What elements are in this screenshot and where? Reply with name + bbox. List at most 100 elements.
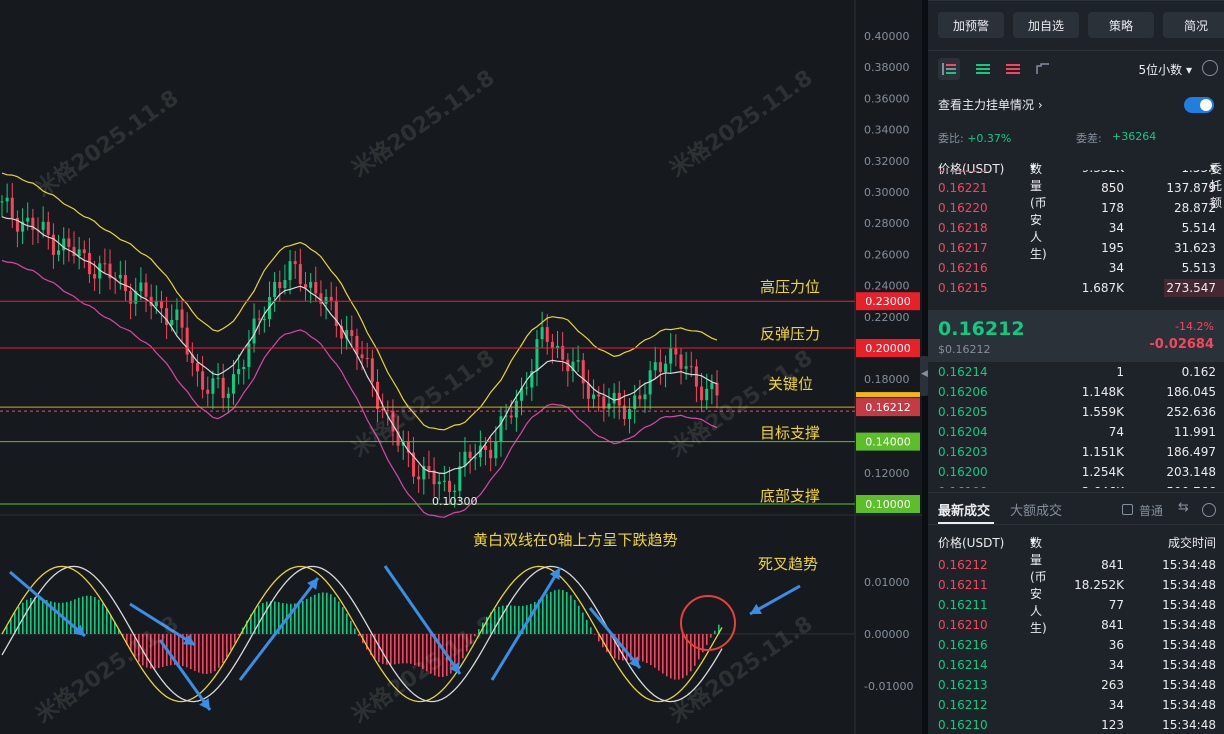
candle-body xyxy=(705,388,709,401)
macd-histogram-bar xyxy=(234,634,236,643)
main-orders-toggle[interactable] xyxy=(1184,97,1214,113)
macd-histogram-bar xyxy=(66,602,68,634)
orderbook-both-icon[interactable] xyxy=(938,58,960,80)
candle-body xyxy=(144,282,148,297)
strategy-button[interactable]: 策略 xyxy=(1088,12,1154,38)
macd-histogram-bar xyxy=(390,634,392,665)
orderbook-row[interactable]: 0.16200 1.254K 203.148 xyxy=(928,462,1224,482)
macd-histogram-bar xyxy=(358,634,360,637)
macd-histogram-bar xyxy=(658,634,660,671)
trade-time: 15:34:48 xyxy=(1162,698,1216,712)
candle-body xyxy=(370,358,374,382)
main-orders-link[interactable]: 查看主力挂单情况 › xyxy=(938,96,1043,113)
macd-histogram-bar xyxy=(518,605,520,634)
settings-icon[interactable] xyxy=(1202,503,1216,517)
macd-histogram-bar xyxy=(466,634,468,652)
y-tick-label: 0.30000 xyxy=(864,186,910,199)
orderbook-row[interactable]: 0.16216 34 5.513 xyxy=(928,258,1224,278)
trade-qty: 18.252K xyxy=(1074,578,1124,592)
candle-body xyxy=(381,408,385,411)
chart-area[interactable]: 0.40000 0.38000 0.36000 0.34000 0.32000 0.300… xyxy=(0,0,922,734)
orderbook-row[interactable]: 0.16218 34 5.514 xyxy=(928,218,1224,238)
decimal-select[interactable]: 5位小数 ▾ xyxy=(1139,61,1193,78)
candle-body xyxy=(211,378,215,394)
trade-price: 0.16212 xyxy=(938,558,988,572)
macd-histogram-bar xyxy=(674,634,676,680)
trade-qty: 841 xyxy=(1101,618,1124,632)
header-qty[interactable]: 数量(币安人生) ▾ xyxy=(1030,534,1047,635)
macd-histogram-bar xyxy=(146,634,148,668)
orderbook-row[interactable]: 0.16214 1 0.162 xyxy=(928,362,1224,382)
macd-histogram-bar xyxy=(178,634,180,666)
macd-tick-label: 0.00000 xyxy=(864,628,910,641)
macd-histogram-bar xyxy=(274,601,276,634)
level-price-label: 0.10000 xyxy=(865,498,911,511)
y-tick-label: 0.12000 xyxy=(864,467,910,480)
row-total: 590.766 xyxy=(1166,485,1216,488)
macd-histogram-bar xyxy=(198,634,200,673)
orderbook-asks-icon[interactable] xyxy=(1002,58,1024,80)
candlestick-chart[interactable]: 0.40000 0.38000 0.36000 0.34000 0.32000 0.300… xyxy=(0,0,922,734)
tab-latest-trades[interactable]: 最新成交 xyxy=(938,500,995,524)
orderbook-row[interactable]: 0.16205 1.559K 252.636 xyxy=(928,402,1224,422)
candle-body xyxy=(237,369,241,375)
orderbook-row[interactable]: 0.16221 850 137.879 xyxy=(928,178,1224,198)
y-tick-label: 0.38000 xyxy=(864,61,910,74)
macd-histogram-bar xyxy=(222,634,224,664)
candle-body xyxy=(180,309,184,328)
orderbook-row[interactable]: 0.16220 178 28.872 xyxy=(928,198,1224,218)
add-alert-button[interactable]: 加预警 xyxy=(938,12,1004,38)
tab-large-trades[interactable]: 大额成交 xyxy=(1010,500,1062,519)
macd-histogram-bar xyxy=(666,634,668,677)
row-qty: 9.332K xyxy=(1082,170,1124,175)
macd-histogram-bar xyxy=(690,634,692,672)
row-total: 186.045 xyxy=(1166,385,1216,399)
orderbook-row[interactable]: 0.16199 3.646K 590.766 xyxy=(928,482,1224,488)
filter-icon[interactable]: ⇆ xyxy=(1178,500,1189,515)
macd-histogram-bar xyxy=(346,613,348,634)
orderbook-bids-icon[interactable] xyxy=(972,58,994,80)
overview-button[interactable]: 简况 xyxy=(1163,12,1224,38)
trade-row: 0.16211 77 15:34:48 xyxy=(928,596,1224,616)
candle-body xyxy=(5,197,9,202)
candle-body xyxy=(26,217,30,222)
candle-body xyxy=(489,449,493,459)
annotation-rebound-pressure: 反弹压力 xyxy=(760,325,821,343)
current-price-marker xyxy=(856,392,920,398)
orderbook-row[interactable]: 0.16217 195 31.623 xyxy=(928,238,1224,258)
macd-histogram-bar xyxy=(550,591,552,634)
annotation-macd-note: 黄白双线在0轴上方呈下跌趋势 xyxy=(473,531,678,549)
macd-histogram-bar xyxy=(502,605,504,634)
candle-body xyxy=(494,441,498,459)
macd-histogram-bar xyxy=(562,590,564,634)
trend-arrow xyxy=(588,607,642,669)
level-price-label: 0.16212 xyxy=(865,401,911,414)
orderbook-row[interactable]: 0.16206 1.148K 186.045 xyxy=(928,382,1224,402)
macd-histogram-bar xyxy=(38,597,40,634)
orderbook-row[interactable]: 0.16203 1.151K 186.497 xyxy=(928,442,1224,462)
macd-histogram-bar xyxy=(510,605,512,634)
orderbook-row[interactable]: 0.16222 9.332K 1.53K xyxy=(928,170,1224,178)
candle-body xyxy=(468,451,472,459)
chevron-left-icon: ◀ xyxy=(921,369,928,379)
orderbook-depth-icon[interactable] xyxy=(1032,58,1054,80)
settings-icon[interactable] xyxy=(1202,60,1218,76)
add-watchlist-button[interactable]: 加自选 xyxy=(1013,12,1079,38)
candle-body xyxy=(664,363,668,372)
candle-body xyxy=(82,249,86,254)
level-price-label: 0.23000 xyxy=(865,295,911,308)
candle-body xyxy=(448,480,452,493)
row-total: 1.53K xyxy=(1181,170,1216,175)
collapse-tab[interactable]: ◀ xyxy=(920,356,928,396)
mid-price[interactable]: 0.16212 $0.16212 -14.2% -0.02684 xyxy=(928,310,1224,362)
trade-time: 15:34:48 xyxy=(1162,678,1216,692)
orderbook-row[interactable]: 0.16204 74 11.991 xyxy=(928,422,1224,442)
header-time: 成交时间 xyxy=(1167,536,1216,550)
orderbook-row[interactable]: 0.16215 1.687K 273.547 xyxy=(928,278,1224,298)
normal-checkbox[interactable] xyxy=(1122,504,1133,515)
normal-checkbox-label: 普通 xyxy=(1139,504,1164,518)
row-price: 0.16200 xyxy=(938,465,988,479)
trade-qty: 263 xyxy=(1101,678,1124,692)
macd-histogram-bar xyxy=(94,597,96,634)
row-qty: 34 xyxy=(1108,221,1124,235)
